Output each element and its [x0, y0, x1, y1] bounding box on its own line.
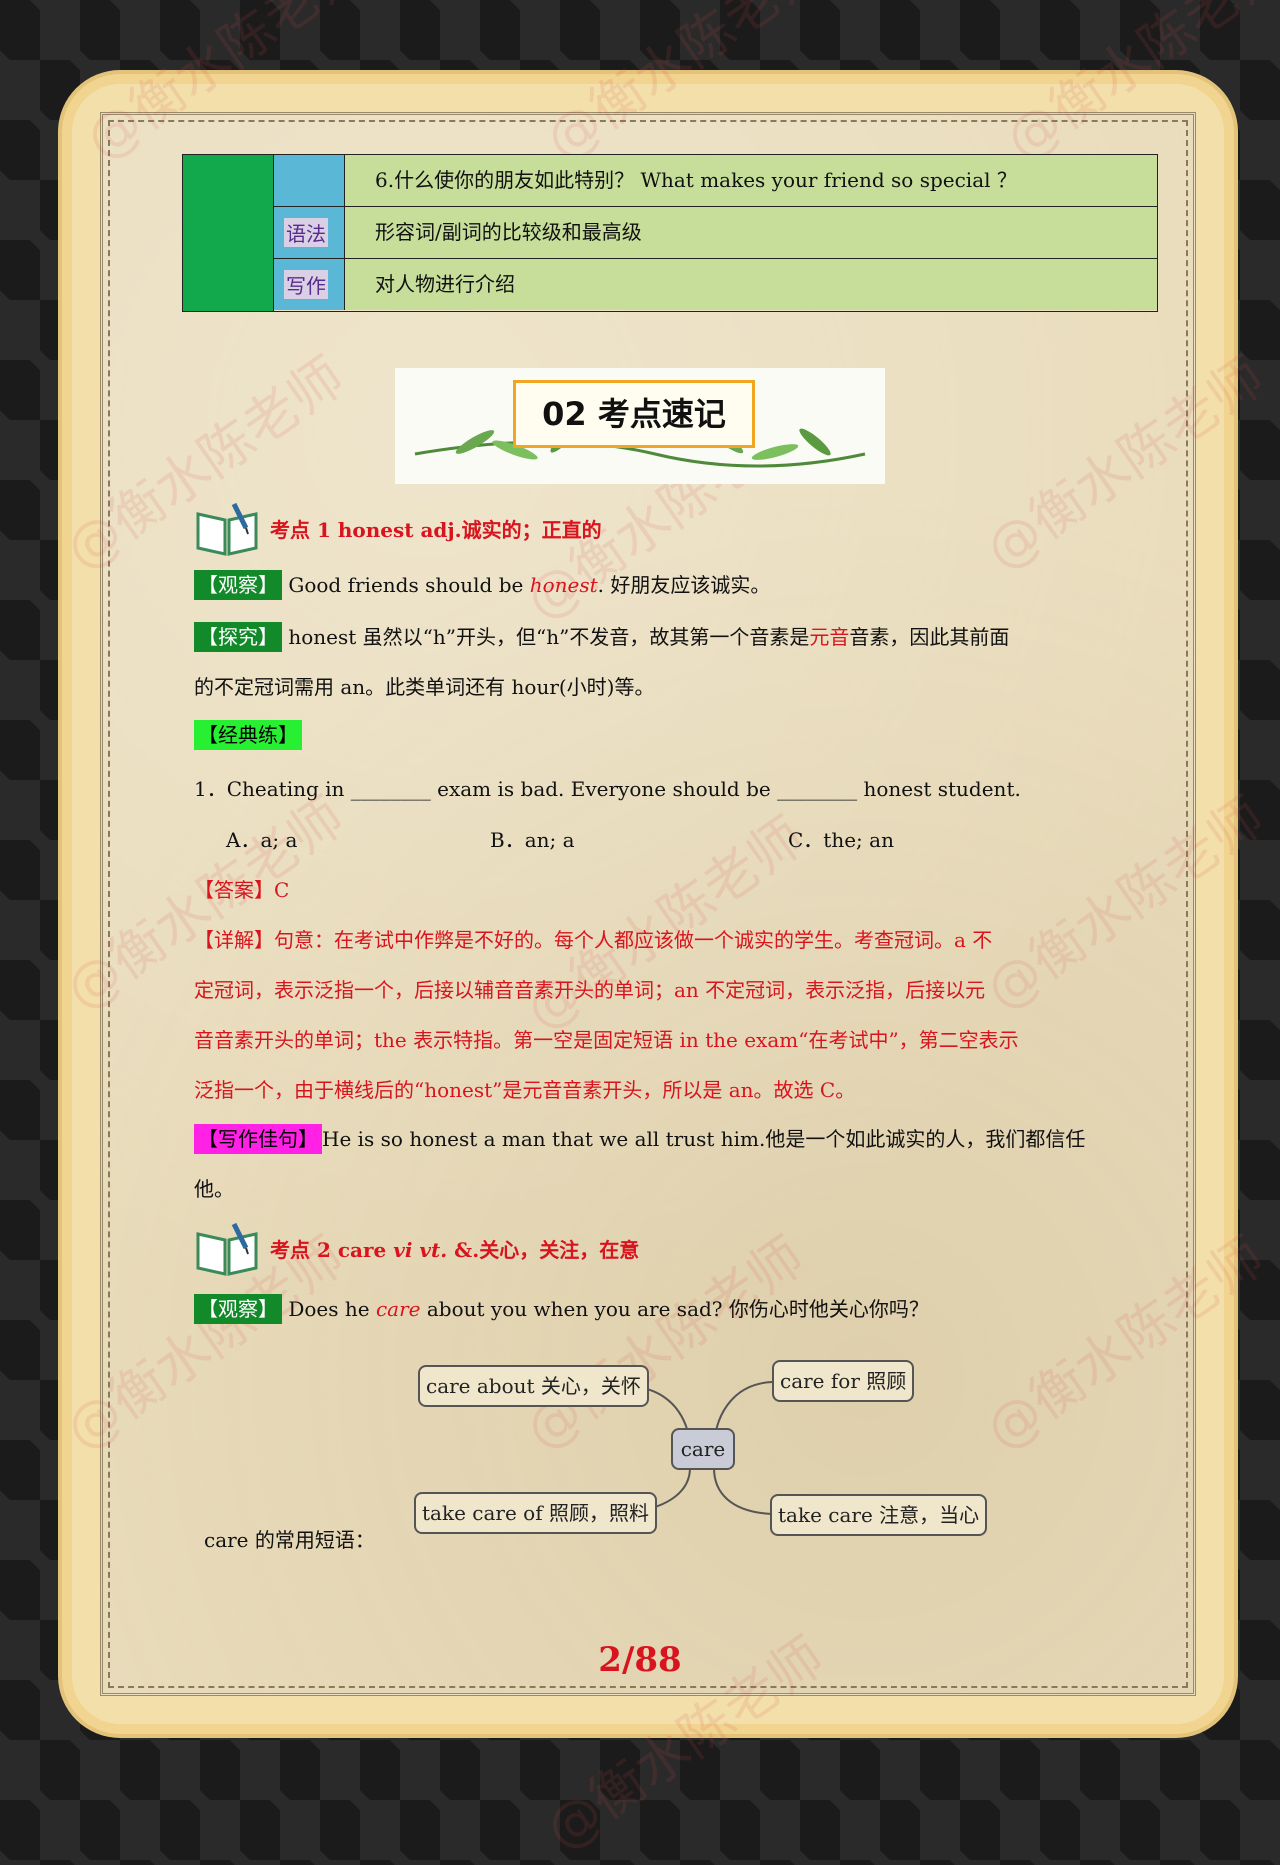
detail-line: 泛指一个，由于横线后的“honest”是元音音素开头，所以是 an。故选 C。	[194, 1078, 856, 1102]
table-row: 语法 形容词/副词的比较级和最高级	[274, 207, 1157, 259]
mindmap-node-care-for: care for 照顾	[772, 1360, 915, 1402]
table-row: 写作 对人物进行介绍	[274, 259, 1157, 310]
point1-explore: 【探究】 honest 虽然以“h”开头，但“h”不发音，故其第一个音素是元音音…	[194, 622, 1009, 652]
practice-heading: 【经典练】	[194, 720, 302, 750]
observe-tag: 【观察】	[194, 1294, 282, 1324]
explore-tag: 【探究】	[194, 622, 282, 652]
book-icon	[196, 502, 258, 556]
point2-observe: 【观察】 Does he care about you when you are…	[194, 1294, 929, 1324]
unit-overview-table: 6.什么使你的朋友如此特别？ What makes your friend so…	[182, 154, 1158, 312]
answer: 【答案】C	[194, 878, 290, 902]
book-icon	[196, 1222, 258, 1276]
detail-line: 定冠词，表示泛指一个，后接以辅音音素开头的单词；an 不定冠词，表示泛指，后接以…	[194, 978, 986, 1002]
practice-tag: 【经典练】	[194, 720, 302, 750]
detail-line: 音音素开头的单词；the 表示特指。第一空是固定短语 in the exam“在…	[194, 1028, 1019, 1052]
mindmap-node-take-care-of: take care of 照顾，照料	[414, 1492, 657, 1534]
page-number: 2/88	[598, 1640, 682, 1680]
option-c: C．the; an	[788, 828, 894, 852]
table-text-cell: 对人物进行介绍	[345, 259, 1157, 310]
detail-line: 【详解】句意：在考试中作弊是不好的。每个人都应该做一个诚实的学生。考查冠词。a …	[194, 928, 993, 952]
option-a: A．a; a	[226, 828, 298, 852]
banner-title: 02 考点速记	[513, 380, 755, 448]
table-label-cell: 语法	[274, 207, 345, 258]
table-text-cell: 6.什么使你的朋友如此特别？ What makes your friend so…	[345, 155, 1157, 206]
mindmap-node-care-about: care about 关心，关怀	[418, 1365, 649, 1407]
mindmap-node-take-care: take care 注意，当心	[770, 1494, 988, 1536]
point1-explore-line2: 的不定冠词需用 an。此类单词还有 hour(小时)等。	[194, 675, 655, 699]
table-row: 6.什么使你的朋友如此特别？ What makes your friend so…	[274, 155, 1157, 207]
point2-heading: 考点 2 care vi vt. &.关心，关注，在意	[270, 1238, 640, 1262]
point1-heading: 考点 1 honest adj.诚实的；正直的	[270, 518, 602, 542]
writing-sentence-line2: 他。	[194, 1177, 234, 1201]
question-1: 1．Cheating in ________ exam is bad. Ever…	[194, 777, 1021, 801]
table-label-cell: 写作	[274, 259, 345, 310]
table-text-cell: 形容词/副词的比较级和最高级	[345, 207, 1157, 258]
mindmap-center: care	[671, 1428, 735, 1470]
point1-observe: 【观察】 Good friends should be honest. 好朋友应…	[194, 570, 770, 600]
section-banner: 02 考点速记	[395, 368, 885, 484]
observe-tag: 【观察】	[194, 570, 282, 600]
table-label-cell	[274, 155, 345, 206]
phrases-label: care 的常用短语：	[204, 1528, 375, 1552]
option-b: B．an; a	[490, 828, 575, 852]
table-side-cell	[183, 155, 274, 311]
writing-tag: 【写作佳句】	[194, 1124, 322, 1154]
writing-sentence: 【写作佳句】 He is so honest a man that we all …	[194, 1124, 1085, 1154]
